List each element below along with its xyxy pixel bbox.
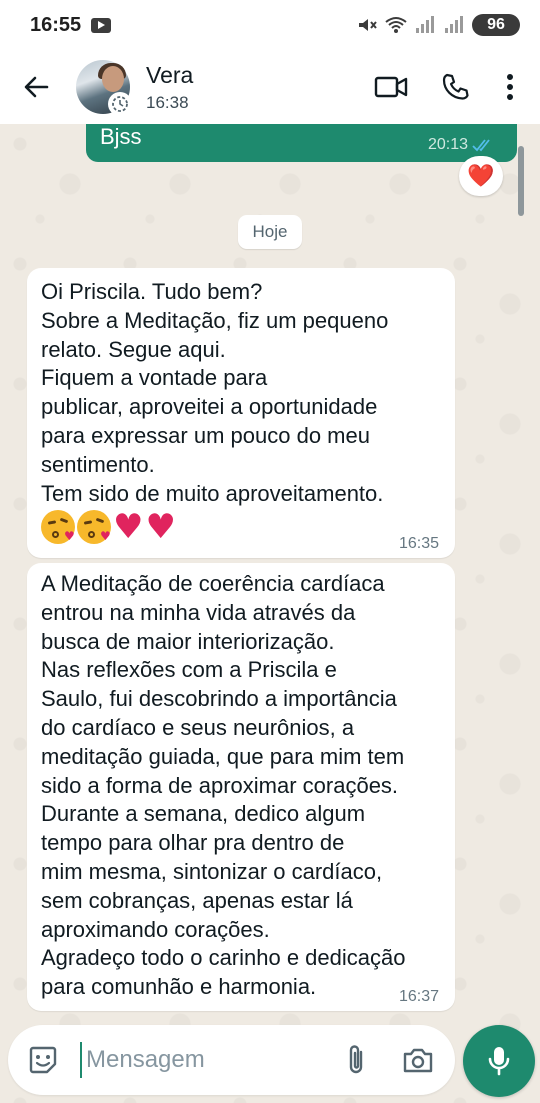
mic-icon <box>488 1047 510 1076</box>
kiss-face-emoji: ♥ <box>77 510 111 544</box>
status-ring-icon <box>108 92 132 116</box>
contact-name: Vera <box>146 61 194 88</box>
message-reaction[interactable]: ❤️ <box>459 156 503 196</box>
attach-icon <box>349 1045 363 1074</box>
camera-icon <box>403 1048 433 1073</box>
emoji-button[interactable] <box>16 1033 70 1087</box>
back-arrow-icon <box>24 76 49 98</box>
signal-2-icon <box>445 16 463 33</box>
date-separator: Hoje <box>238 215 302 249</box>
chat-header: Vera 16:38 <box>0 50 540 124</box>
header-actions <box>362 59 530 115</box>
youtube-icon <box>91 17 112 33</box>
kiss-face-emoji: ♥ <box>41 510 75 544</box>
outgoing-message-time: 20:13 <box>428 136 469 153</box>
more-options-icon <box>507 74 513 100</box>
reaction-emoji: ❤️ <box>467 163 495 189</box>
contact-last-seen: 16:38 <box>146 92 189 112</box>
video-call-icon <box>374 76 408 98</box>
phone-icon <box>442 73 469 100</box>
status-indicators: 96 <box>356 14 520 36</box>
emoji-icon <box>29 1046 57 1074</box>
battery-indicator: 96 <box>472 14 520 36</box>
voice-call-button[interactable] <box>426 59 484 115</box>
incoming-message-1-text: Oi Priscila. Tudo bem? Sobre a Meditação… <box>41 279 389 506</box>
incoming-message-2-text: A Meditação de coerência cardíaca entrou… <box>41 571 406 1000</box>
message-input[interactable] <box>80 1042 320 1078</box>
scrollbar[interactable] <box>518 146 524 216</box>
red-heart-emoji: ♥ <box>113 507 144 547</box>
voice-message-button[interactable] <box>463 1025 535 1097</box>
outgoing-message-meta: 20:13 <box>428 136 496 154</box>
red-heart-emoji: ♥ <box>145 507 176 547</box>
avatar[interactable] <box>76 60 132 116</box>
message-composer <box>8 1025 455 1095</box>
back-button[interactable] <box>8 59 64 115</box>
incoming-message-1-emojis: ♥ ♥ ♥ ♥ <box>41 510 176 544</box>
mute-icon <box>359 19 377 31</box>
attach-button[interactable] <box>332 1033 380 1087</box>
video-call-button[interactable] <box>362 59 420 115</box>
more-options-button[interactable] <box>490 59 530 115</box>
double-check-icon <box>472 139 490 152</box>
avatar-face <box>102 66 124 92</box>
status-time: 16:55 <box>30 13 82 36</box>
wifi-icon <box>385 17 407 33</box>
signal-icon <box>416 16 434 33</box>
date-separator-label: Hoje <box>252 222 288 241</box>
incoming-message-1-time: 16:35 <box>399 535 440 552</box>
contact-info[interactable]: Vera 16:38 <box>146 62 193 113</box>
outgoing-message-text: Bjss <box>100 124 142 149</box>
status-bar: 16:55 96 <box>0 0 540 50</box>
incoming-message-2-time: 16:37 <box>399 988 440 1005</box>
camera-button[interactable] <box>394 1033 442 1087</box>
